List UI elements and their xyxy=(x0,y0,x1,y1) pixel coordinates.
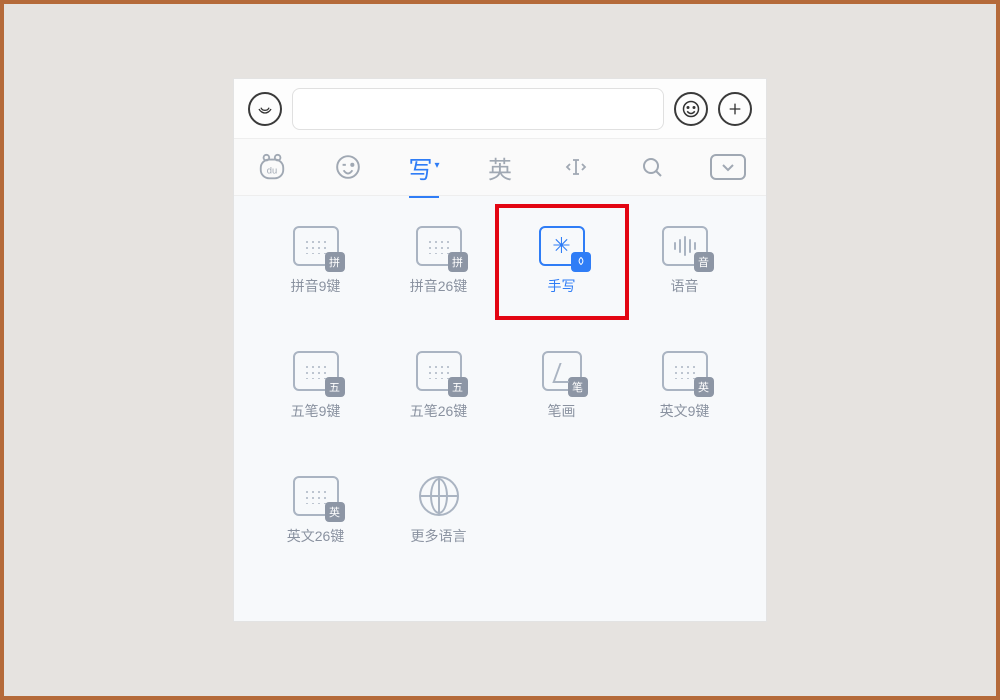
method-badge: 英 xyxy=(694,377,714,397)
method-badge: 拼 xyxy=(325,252,345,272)
method-label: 英文9键 xyxy=(660,401,710,421)
method-more[interactable]: 更多语言 xyxy=(384,476,494,546)
method-label: 语音 xyxy=(671,276,699,296)
keyboard-icon: 英 xyxy=(662,351,708,391)
svg-text:du: du xyxy=(267,166,277,176)
globe-icon xyxy=(419,476,459,516)
keyboard-icon: 拼 xyxy=(293,226,339,266)
baidu-logo-icon[interactable]: du xyxy=(249,144,295,190)
tab-write[interactable]: 写▾ xyxy=(401,144,447,190)
toolbar: du 写▾ 英 xyxy=(234,138,766,196)
keyboard-icon: 五 xyxy=(416,351,462,391)
keyboard-icon: 拼 xyxy=(416,226,462,266)
method-voice[interactable]: 音语音 xyxy=(630,226,740,296)
method-label: 英文26键 xyxy=(287,526,345,546)
input-method-grid: 拼拼音9键拼拼音26键✳手写音语音五五笔9键五五笔26键笔笔画英英文9键英英文2… xyxy=(234,196,766,621)
keyboard-icon: 英 xyxy=(293,476,339,516)
stroke-icon: 笔 xyxy=(542,351,582,391)
method-badge: 笔 xyxy=(568,377,588,397)
method-badge: 五 xyxy=(448,377,468,397)
method-wubi26[interactable]: 五五笔26键 xyxy=(384,351,494,421)
method-pinyin9[interactable]: 拼拼音9键 xyxy=(261,226,371,296)
method-label: 拼音9键 xyxy=(291,276,341,296)
topbar xyxy=(234,79,766,138)
method-badge: 拼 xyxy=(448,252,468,272)
method-badge: 英 xyxy=(325,502,345,522)
text-input[interactable] xyxy=(292,88,664,130)
method-label: 手写 xyxy=(548,276,576,296)
search-icon[interactable] xyxy=(629,144,675,190)
cursor-icon[interactable] xyxy=(553,144,599,190)
method-label: 拼音26键 xyxy=(410,276,468,296)
voice-input-button[interactable] xyxy=(248,92,282,126)
emoji-button[interactable] xyxy=(674,92,708,126)
collapse-button[interactable] xyxy=(705,144,751,190)
add-button[interactable] xyxy=(718,92,752,126)
tab-english[interactable]: 英 xyxy=(477,144,523,190)
ime-panel: du 写▾ 英 拼拼音9键拼拼音26键✳手写音语音五五笔9键五五笔26键笔笔画英… xyxy=(233,78,767,622)
method-label: 笔画 xyxy=(548,401,576,421)
method-handwriting[interactable]: ✳ 手写 xyxy=(507,226,617,296)
method-badge: 五 xyxy=(325,377,345,397)
chevron-down-icon: ▾ xyxy=(434,160,439,171)
method-label: 五笔9键 xyxy=(291,401,341,421)
method-wubi9[interactable]: 五五笔9键 xyxy=(261,351,371,421)
method-label: 更多语言 xyxy=(411,526,467,546)
method-english9[interactable]: 英英文9键 xyxy=(630,351,740,421)
method-stroke[interactable]: 笔笔画 xyxy=(507,351,617,421)
method-badge xyxy=(571,252,591,272)
tab-english-label: 英 xyxy=(488,150,512,185)
keyboard-icon: 五 xyxy=(293,351,339,391)
handwriting-icon: ✳ xyxy=(539,226,585,266)
method-english26[interactable]: 英英文26键 xyxy=(261,476,371,546)
method-badge: 音 xyxy=(694,252,714,272)
method-pinyin26[interactable]: 拼拼音26键 xyxy=(384,226,494,296)
wink-emoji-icon[interactable] xyxy=(325,144,371,190)
method-label: 五笔26键 xyxy=(410,401,468,421)
voice-icon: 音 xyxy=(662,226,708,266)
tab-write-label: 写 xyxy=(408,150,432,185)
